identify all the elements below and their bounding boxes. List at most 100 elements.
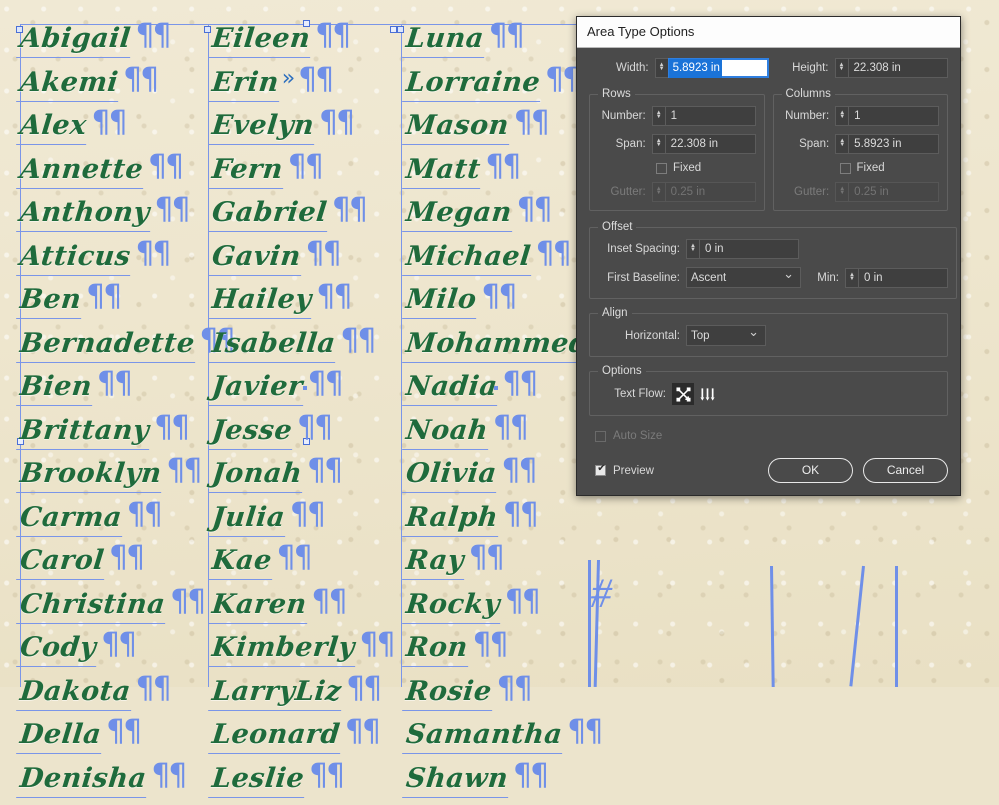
height-input[interactable]: 22.308 in: [848, 58, 948, 78]
name-row[interactable]: Brooklyn¶: [18, 457, 236, 501]
name-row[interactable]: Atticus¶: [18, 240, 236, 284]
name-row[interactable]: Evelyn¶: [210, 109, 396, 153]
pilcrow-icon: ¶: [308, 369, 344, 399]
pilcrow-icon: ¶: [151, 761, 187, 791]
text-frame-in-port-column-3[interactable]: [397, 26, 404, 33]
name-row[interactable]: Karen¶: [210, 588, 396, 632]
rows-number-label: Number:: [598, 110, 646, 122]
name-row[interactable]: Carol¶: [18, 544, 236, 588]
name-row[interactable]: Kimberly¶: [210, 631, 396, 675]
name-row[interactable]: Abigail¶: [18, 22, 236, 66]
name-row[interactable]: Dakota¶: [18, 675, 236, 719]
width-input[interactable]: 5.8923 in: [668, 58, 769, 78]
name-row[interactable]: Ron¶: [404, 631, 629, 675]
name-row[interactable]: Jonah¶: [210, 457, 396, 501]
columns-span-input[interactable]: 5.8923 in: [848, 134, 939, 154]
name-row[interactable]: Gabriel¶: [210, 196, 396, 240]
preview-checkbox[interactable]: [595, 465, 606, 476]
name-row[interactable]: Annette¶: [18, 153, 236, 197]
pilcrow-icon: ¶: [493, 413, 529, 443]
width-stepper[interactable]: [655, 58, 668, 78]
name-row[interactable]: Fern¶: [210, 153, 396, 197]
columns-span-label: Span:: [782, 138, 830, 150]
name-text: Carol: [16, 544, 108, 580]
columns-number-input[interactable]: 1: [848, 106, 939, 126]
name-row[interactable]: Samantha¶: [404, 718, 629, 762]
name-row[interactable]: Erin»¶: [210, 66, 396, 110]
area-type-options-dialog[interactable]: Area Type Options Width: 5.8923 in Heigh…: [576, 16, 961, 496]
name-row[interactable]: Rosie¶: [404, 675, 629, 719]
rows-number-stepper[interactable]: [652, 106, 665, 126]
rows-span-input[interactable]: 22.308 in: [665, 134, 756, 154]
first-baseline-dropdown[interactable]: AscentCap HeightLeadingx HeightEm Box He…: [686, 267, 801, 288]
columns-gutter-input: 0.25 in: [848, 182, 939, 202]
name-row[interactable]: Carma¶: [18, 501, 236, 545]
horizontal-align-dropdown[interactable]: TopCenterBottomJustify: [686, 325, 766, 346]
name-row[interactable]: Ben¶: [18, 283, 236, 327]
cancel-button[interactable]: Cancel: [863, 458, 948, 483]
height-stepper[interactable]: [835, 58, 848, 78]
pilcrow-icon: ¶: [86, 282, 122, 312]
pilcrow-icon: ¶: [319, 108, 355, 138]
name-row[interactable]: Ray¶: [404, 544, 629, 588]
pilcrow-icon: ¶: [306, 239, 342, 269]
name-row[interactable]: Kae¶: [210, 544, 396, 588]
min-stepper[interactable]: [845, 268, 858, 288]
name-row[interactable]: Shawn¶: [404, 762, 629, 805]
name-row[interactable]: LarryLiz¶: [210, 675, 396, 719]
name-row[interactable]: Gavin¶: [210, 240, 396, 284]
pilcrow-icon: ¶: [345, 717, 381, 747]
name-row[interactable]: Alex¶: [18, 109, 236, 153]
inset-spacing-stepper[interactable]: [686, 239, 699, 259]
ok-button[interactable]: OK: [768, 458, 853, 483]
name-text: Lorraine: [402, 66, 544, 102]
text-flow-label: Text Flow:: [598, 388, 666, 400]
width-label: Width:: [589, 62, 649, 74]
name-row[interactable]: Bien¶: [18, 370, 236, 414]
name-row[interactable]: Denisha¶: [18, 762, 236, 805]
columns-number-stepper[interactable]: [835, 106, 848, 126]
name-text: Rosie: [402, 675, 495, 711]
name-row[interactable]: Bernadette¶: [18, 327, 236, 371]
name-row[interactable]: Della¶: [18, 718, 236, 762]
first-baseline-dropdown-wrap[interactable]: AscentCap HeightLeadingx HeightEm Box He…: [686, 267, 801, 288]
rows-span-stepper[interactable]: [652, 134, 665, 154]
columns-span-stepper[interactable]: [835, 134, 848, 154]
columns-fixed-checkbox[interactable]: [840, 163, 851, 174]
rows-columns-section: Rows Number: 1 Span: 22.308 in Fixed Gut: [589, 88, 948, 219]
name-row[interactable]: Julia¶: [210, 501, 396, 545]
name-row[interactable]: Anthony¶: [18, 196, 236, 240]
columns-gutter-label: Gutter:: [782, 186, 830, 198]
name-row[interactable]: Leslie¶: [210, 762, 396, 805]
name-row[interactable]: Hailey¶: [210, 283, 396, 327]
name-row[interactable]: Ralph¶: [404, 501, 629, 545]
pilcrow-icon: ¶: [513, 761, 549, 791]
pilcrow-icon: ¶: [155, 195, 191, 225]
rows-fixed-checkbox[interactable]: [656, 163, 667, 174]
name-row[interactable]: Isabella¶: [210, 327, 396, 371]
name-text: Della: [16, 718, 105, 754]
name-text: Abigail: [16, 22, 134, 58]
name-row[interactable]: Akemi¶: [18, 66, 236, 110]
height-group: Height: 22.308 in: [769, 58, 949, 78]
horizontal-align-dropdown-wrap[interactable]: TopCenterBottomJustify: [686, 325, 766, 346]
pilcrow-icon: ¶: [346, 674, 382, 704]
name-text: Karen: [208, 588, 310, 624]
name-text: Javier: [208, 370, 306, 406]
name-row[interactable]: Cody¶: [18, 631, 236, 675]
name-row[interactable]: Leonard¶: [210, 718, 396, 762]
name-row[interactable]: Eileen¶: [210, 22, 396, 66]
columns-span-row: Span: 5.8923 in: [782, 134, 940, 154]
name-row[interactable]: Brittany¶: [18, 414, 236, 458]
text-flow-by-columns-icon[interactable]: [696, 383, 718, 405]
name-row[interactable]: Jesse¶: [210, 414, 396, 458]
rows-number-input[interactable]: 1: [665, 106, 756, 126]
pilcrow-icon: ¶: [469, 543, 505, 573]
inset-spacing-input[interactable]: 0 in: [699, 239, 799, 259]
name-row[interactable]: Christina¶: [18, 588, 236, 632]
text-flow-by-rows-icon[interactable]: [672, 383, 694, 405]
name-row[interactable]: Rocky¶: [404, 588, 629, 632]
name-row[interactable]: Javier¶: [210, 370, 396, 414]
name-text: Brittany: [16, 414, 153, 450]
min-input[interactable]: 0 in: [858, 268, 948, 288]
